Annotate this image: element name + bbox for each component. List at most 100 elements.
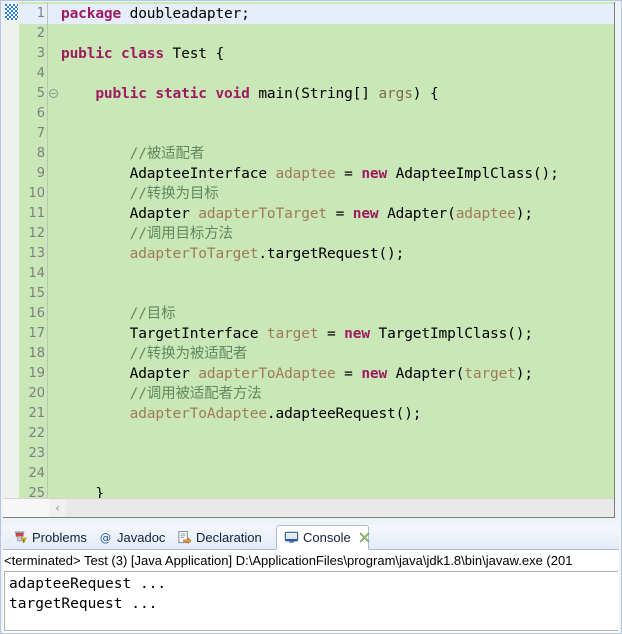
eclipse-window: 1 2 3 4 5 6 7 8 9 10 11 12 13 14 15 16 17 18 19 20 21 22 23 24 2… <box>0 0 622 634</box>
line-number: 4 <box>36 66 45 81</box>
view-tab-bar[interactable]: Problems @ Javadoc Declaration Console <box>3 525 619 550</box>
console-output-text[interactable]: adapteeRequest ... targetRequest ... <box>4 571 618 631</box>
tab-label: Declaration <box>196 530 262 545</box>
code-line[interactable]: package doubleadapter; <box>61 4 250 24</box>
close-icon[interactable] <box>355 532 370 543</box>
code-token-lvar: adapterToAdaptee <box>198 366 336 382</box>
editor-text-area[interactable]: 1 2 3 4 5 6 7 8 9 10 11 12 13 14 15 16 17 18 19 20 21 22 23 24 2… <box>3 2 614 498</box>
console-launch-info: <terminated> Test (3) [Java Application]… <box>4 551 618 570</box>
code-line[interactable]: adapterToAdaptee.adapteeRequest(); <box>61 404 422 424</box>
code-token-plain: AdapteeImplClass(); <box>387 166 559 182</box>
java-editor-pane[interactable]: 1 2 3 4 5 6 7 8 9 10 11 12 13 14 15 16 17 18 19 20 21 22 23 24 2… <box>3 2 615 518</box>
code-token-kw: new <box>344 326 370 342</box>
code-token-cmt: //目标 <box>61 306 176 322</box>
folding-ruler[interactable] <box>48 2 60 498</box>
tab-label: Console <box>303 530 351 545</box>
code-token-lvar: adaptee <box>275 166 336 182</box>
scrollbar-track[interactable] <box>66 499 614 517</box>
line-number: 3 <box>36 46 45 61</box>
line-number: 20 <box>28 386 45 401</box>
console-output-line: adapteeRequest ... <box>9 576 167 592</box>
code-line[interactable]: //目标 <box>61 304 176 324</box>
line-number: 14 <box>28 266 45 281</box>
code-line[interactable]: //调用目标方法 <box>61 224 233 244</box>
line-number: 13 <box>28 246 45 261</box>
code-token-plain: .targetRequest(); <box>258 246 405 262</box>
code-line[interactable]: //调用被适配者方法 <box>61 384 262 404</box>
problems-icon <box>13 530 28 545</box>
code-token-plain: = <box>326 206 353 222</box>
code-token-param: args <box>378 86 413 102</box>
code-token-cmt: //转换为目标 <box>61 186 219 202</box>
code-token-cmt: //被适配者 <box>61 146 205 162</box>
tab-label: Problems <box>32 530 87 545</box>
annotation-ruler[interactable] <box>3 2 19 498</box>
code-token-plain: TargetImplClass(); <box>369 326 533 342</box>
code-token-cmt: //转换为被适配者 <box>61 346 248 362</box>
code-token-plain: = <box>335 166 362 182</box>
javadoc-icon: @ <box>98 530 113 545</box>
line-number: 24 <box>28 466 45 481</box>
line-number: 16 <box>28 306 45 321</box>
code-line[interactable]: AdapteeInterface adaptee = new AdapteeIm… <box>61 164 559 184</box>
code-line[interactable]: //被适配者 <box>61 144 205 164</box>
code-token-kw: new <box>352 206 379 222</box>
code-token-lvar: target <box>464 366 516 382</box>
code-token-plain: doubleadapter; <box>129 6 250 22</box>
declaration-icon <box>177 530 192 545</box>
code-line[interactable]: adapterToTarget.targetRequest(); <box>61 244 405 264</box>
code-token-lvar: adapterToTarget <box>129 246 259 262</box>
scrollbar-corner <box>3 499 49 517</box>
tab-declaration[interactable]: Declaration <box>170 525 276 550</box>
line-number-ruler: 1 2 3 4 5 6 7 8 9 10 11 12 13 14 15 16 17 18 19 20 21 22 23 24 2… <box>19 2 45 498</box>
line-number: 5 <box>36 86 45 101</box>
code-token-plain: AdapteeInterface <box>61 166 276 182</box>
code-token-plain: .adapteeRequest(); <box>266 406 422 422</box>
code-token-plain: Adapter <box>61 206 199 222</box>
breakpoint-marker-icon[interactable] <box>5 4 18 20</box>
code-token-plain: = <box>318 326 345 342</box>
code-token-kw: new <box>361 366 388 382</box>
tab-console[interactable]: Console <box>276 525 370 550</box>
line-number: 10 <box>28 186 45 201</box>
console-view[interactable]: <terminated> Test (3) [Java Application]… <box>3 550 619 633</box>
line-number: 9 <box>36 166 45 181</box>
code-line[interactable]: public class Test { <box>61 44 224 64</box>
line-number: 12 <box>28 226 45 241</box>
svg-text:@: @ <box>100 531 111 544</box>
code-line[interactable]: Adapter adapterToTarget = new Adapter(ad… <box>61 204 533 224</box>
code-token-lvar: adapterToTarget <box>198 206 327 222</box>
code-line[interactable]: //转换为被适配者 <box>61 344 248 364</box>
editor-horizontal-scrollbar[interactable]: ‹ <box>3 498 614 517</box>
tab-javadoc[interactable]: @ Javadoc <box>91 525 170 550</box>
code-line[interactable]: public static void main(String[] args) { <box>61 84 439 104</box>
code-text-layer[interactable]: package doubleadapter; public class Test … <box>61 2 614 498</box>
code-token-kw: new <box>361 166 388 182</box>
code-token-plain: main(String[] <box>258 86 379 102</box>
console-output-line: targetRequest ... <box>9 596 158 612</box>
code-token-plain: ); <box>515 206 533 222</box>
scroll-left-icon[interactable]: ‹ <box>49 499 66 517</box>
line-number: 17 <box>28 326 45 341</box>
code-token-plain: ) { <box>412 86 439 102</box>
code-token-cmt: //调用目标方法 <box>61 226 233 242</box>
tab-label: Javadoc <box>117 530 166 545</box>
fold-collapse-icon[interactable] <box>48 84 59 104</box>
code-token-kw: public class <box>61 46 173 62</box>
code-token-lvar: adaptee <box>455 206 516 222</box>
tab-problems[interactable]: Problems <box>6 525 91 550</box>
line-number: 7 <box>36 126 45 141</box>
bottom-view-stack: Problems @ Javadoc Declaration Console <term… <box>3 525 619 633</box>
line-number: 6 <box>36 106 45 121</box>
line-number: 21 <box>28 406 45 421</box>
line-number: 19 <box>28 366 45 381</box>
code-line[interactable]: TargetInterface target = new TargetImplC… <box>61 324 533 344</box>
line-number: 23 <box>28 446 45 461</box>
code-token-plain: ); <box>515 366 533 382</box>
code-line[interactable]: } <box>61 484 104 498</box>
code-line[interactable]: //转换为目标 <box>61 184 219 204</box>
code-line[interactable]: Adapter adapterToAdaptee = new Adapter(t… <box>61 364 533 384</box>
